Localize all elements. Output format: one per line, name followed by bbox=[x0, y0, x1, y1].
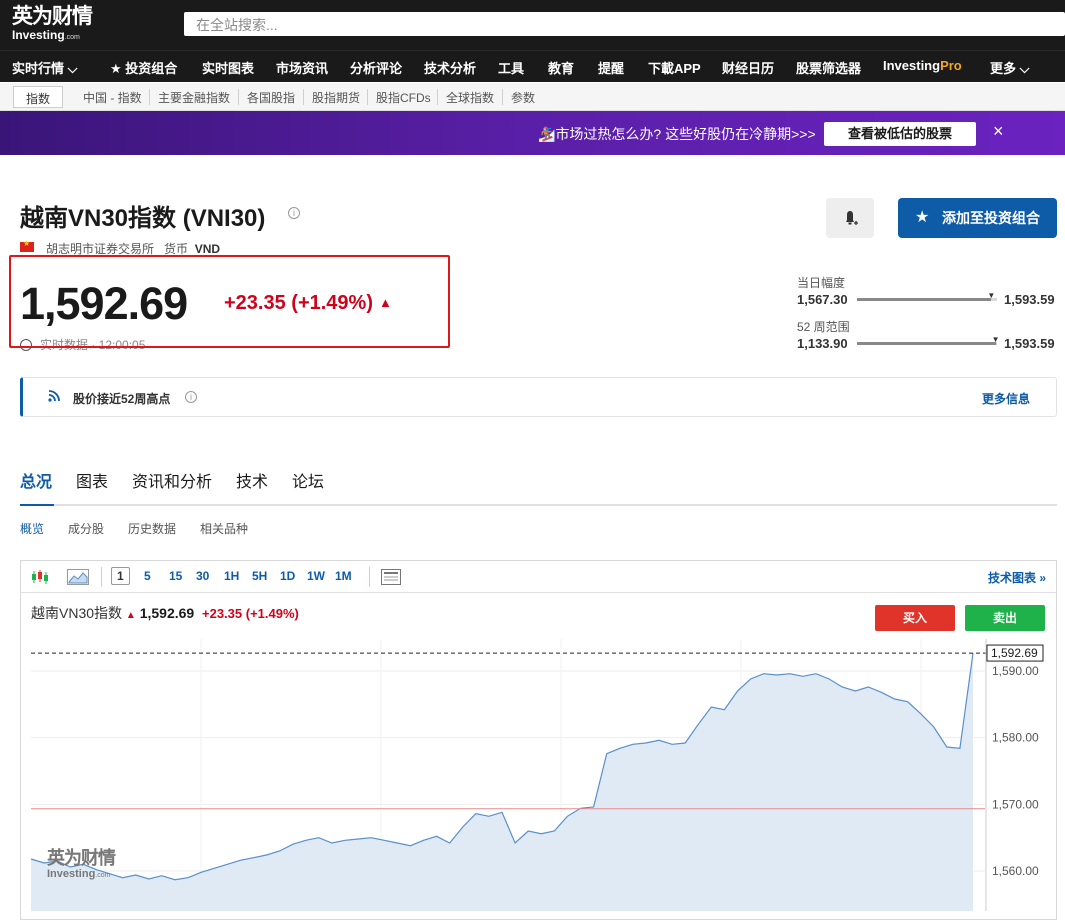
nav-portfolio[interactable]: ★ 投资组合 bbox=[110, 58, 177, 77]
day-range-high: 1,593.59 bbox=[1004, 292, 1055, 307]
news-alert: 股价接近52周高点 i 更多信息 bbox=[20, 377, 1057, 417]
nav-education[interactable]: 教育 bbox=[548, 58, 574, 77]
nav-charts[interactable]: 实时图表 bbox=[202, 58, 254, 77]
watermark-en: Investing bbox=[47, 868, 96, 880]
nav-download-app[interactable]: 下載APP bbox=[648, 58, 701, 77]
watermark-domain: .com bbox=[95, 872, 111, 879]
nav-screener[interactable]: 股票筛选器 bbox=[796, 58, 861, 77]
tab-overview[interactable]: 总况 bbox=[20, 468, 52, 492]
tab-forum[interactable]: 论坛 bbox=[292, 468, 324, 492]
main-nav: 实时行情 ⌵ ★ 投资组合 实时图表 市场资讯 分析评论 技术分析 工具 教育 … bbox=[0, 50, 1065, 82]
rss-icon bbox=[47, 389, 61, 406]
week52-range-low: 1,133.90 bbox=[797, 336, 848, 351]
watermark-logo: 英为财情 Investing.com bbox=[47, 848, 116, 881]
subnav-country-indices[interactable]: 各国股指 bbox=[247, 89, 295, 106]
divider bbox=[437, 89, 438, 105]
week52-range-bar: ▼ bbox=[857, 335, 1000, 345]
chart-panel: 1 5 15 30 1H 5H 1D 1W 1M 技术图表 » 越南VN30指数… bbox=[20, 560, 1057, 920]
last-price-label: 1,592.69 bbox=[991, 646, 1038, 660]
active-tab-indicator bbox=[20, 504, 54, 506]
currency-value: VND bbox=[194, 242, 221, 256]
subnav-china-indices[interactable]: 中国 - 指数 bbox=[83, 89, 142, 106]
add-to-portfolio-label: 添加至投资组合 bbox=[942, 210, 1040, 226]
nav-technical[interactable]: 技术分析 bbox=[424, 58, 476, 77]
investing-logo[interactable]: 英为财情 Investing.com bbox=[12, 4, 132, 44]
y-tick-label: 1,560.00 bbox=[992, 864, 1039, 878]
week52-range-fill bbox=[857, 342, 996, 345]
y-tick-label: 1,590.00 bbox=[992, 664, 1039, 678]
y-tick-label: 1,570.00 bbox=[992, 797, 1039, 811]
nav-tools[interactable]: 工具 bbox=[498, 58, 524, 77]
nav-investing-pro[interactable]: InvestingPro bbox=[883, 58, 962, 73]
logo-cn: 英为财情 bbox=[12, 4, 93, 28]
day-range-label: 当日幅度 bbox=[797, 276, 846, 290]
nav-alerts[interactable]: 提醒 bbox=[598, 58, 624, 77]
star-icon: ★ bbox=[915, 209, 930, 226]
close-icon[interactable]: × bbox=[993, 121, 1004, 142]
divider bbox=[238, 89, 239, 105]
subtab-components[interactable]: 成分股 bbox=[68, 520, 104, 537]
search-input[interactable]: 在全站搜索... bbox=[184, 12, 1065, 36]
nav-more[interactable]: 更多 ⌵ bbox=[990, 58, 1029, 77]
nav-analysis[interactable]: 分析评论 bbox=[350, 58, 402, 77]
watermark-cn: 英为财情 bbox=[47, 848, 116, 869]
info-icon[interactable]: i bbox=[288, 207, 300, 219]
week52-range-high: 1,593.59 bbox=[1004, 336, 1055, 351]
subnav-index-futures[interactable]: 股指期货 bbox=[312, 89, 360, 106]
page-title: 越南VN30指数 (VNI30) bbox=[20, 205, 266, 232]
highlight-box bbox=[9, 255, 450, 348]
main-tabs: 总况 图表 资讯和分析 技术 论坛 bbox=[20, 460, 1057, 506]
logo-en: Investing bbox=[12, 28, 65, 42]
divider bbox=[149, 89, 150, 105]
info-icon[interactable]: i bbox=[185, 391, 197, 403]
divider bbox=[367, 89, 368, 105]
subnav-parameters[interactable]: 参数 bbox=[511, 89, 535, 106]
create-alert-button[interactable] bbox=[826, 198, 874, 238]
subtab-historical-data[interactable]: 历史数据 bbox=[128, 520, 176, 537]
subnav-global-indices[interactable]: 全球指数 bbox=[446, 89, 494, 106]
subtab-overview[interactable]: 概览 bbox=[20, 520, 44, 537]
tab-technical[interactable]: 技术 bbox=[236, 468, 268, 492]
nav-news[interactable]: 市场资讯 bbox=[276, 58, 328, 77]
subnav-index-cfds[interactable]: 股指CFDs bbox=[376, 89, 431, 106]
price-chart[interactable]: 1,590.00 1,580.00 1,570.00 1,560.00 1,592.69 bbox=[21, 561, 1056, 911]
day-range-bar: ▼ bbox=[857, 291, 997, 301]
top-bar: 英为财情 Investing.com 在全站搜索... bbox=[0, 0, 1065, 50]
divider bbox=[303, 89, 304, 105]
promo-button[interactable]: 查看被低估的股票 bbox=[824, 122, 976, 146]
subnav-indices[interactable]: 指数 bbox=[13, 86, 64, 108]
currency-label: 货币 bbox=[164, 242, 189, 256]
subtab-related[interactable]: 相关品种 bbox=[200, 520, 248, 537]
y-tick-label: 1,580.00 bbox=[992, 731, 1039, 745]
week52-range-label: 52 周范围 bbox=[797, 320, 850, 334]
price-area bbox=[31, 653, 973, 911]
vietnam-flag-icon bbox=[20, 239, 34, 252]
promo-text[interactable]: 🏂市场过热怎么办? 这些好股仍在冷静期>>> bbox=[538, 124, 816, 144]
alert-text: 股价接近52周高点 bbox=[73, 392, 171, 406]
exchange-name: 胡志明市证券交易所 bbox=[46, 242, 155, 256]
sub-nav: 指数 中国 - 指数 主要金融指数 各国股指 股指期货 股指CFDs 全球指数 … bbox=[0, 83, 1065, 111]
day-range-marker: ▼ bbox=[987, 291, 996, 300]
logo-domain: .com bbox=[64, 34, 80, 41]
pro-prefix: Investing bbox=[883, 58, 941, 73]
week52-range-marker: ▼ bbox=[991, 335, 1000, 344]
pro-suffix: Pro bbox=[940, 58, 962, 73]
promo-banner: 🏂市场过热怎么办? 这些好股仍在冷静期>>> 查看被低估的股票 × bbox=[0, 111, 1065, 155]
bell-plus-icon bbox=[846, 211, 858, 225]
tab-news-analysis[interactable]: 资讯和分析 bbox=[132, 468, 212, 492]
nav-calendar[interactable]: 财经日历 bbox=[722, 58, 774, 77]
divider bbox=[502, 89, 503, 105]
tab-chart[interactable]: 图表 bbox=[76, 468, 108, 492]
subnav-major-indices[interactable]: 主要金融指数 bbox=[158, 89, 230, 106]
add-to-portfolio-button[interactable]: ★ 添加至投资组合 bbox=[898, 198, 1057, 238]
nav-quotes[interactable]: 实时行情 ⌵ bbox=[12, 58, 77, 77]
more-info-link[interactable]: 更多信息 bbox=[982, 390, 1030, 407]
day-range-fill bbox=[857, 298, 992, 301]
day-range-low: 1,567.30 bbox=[797, 292, 848, 307]
